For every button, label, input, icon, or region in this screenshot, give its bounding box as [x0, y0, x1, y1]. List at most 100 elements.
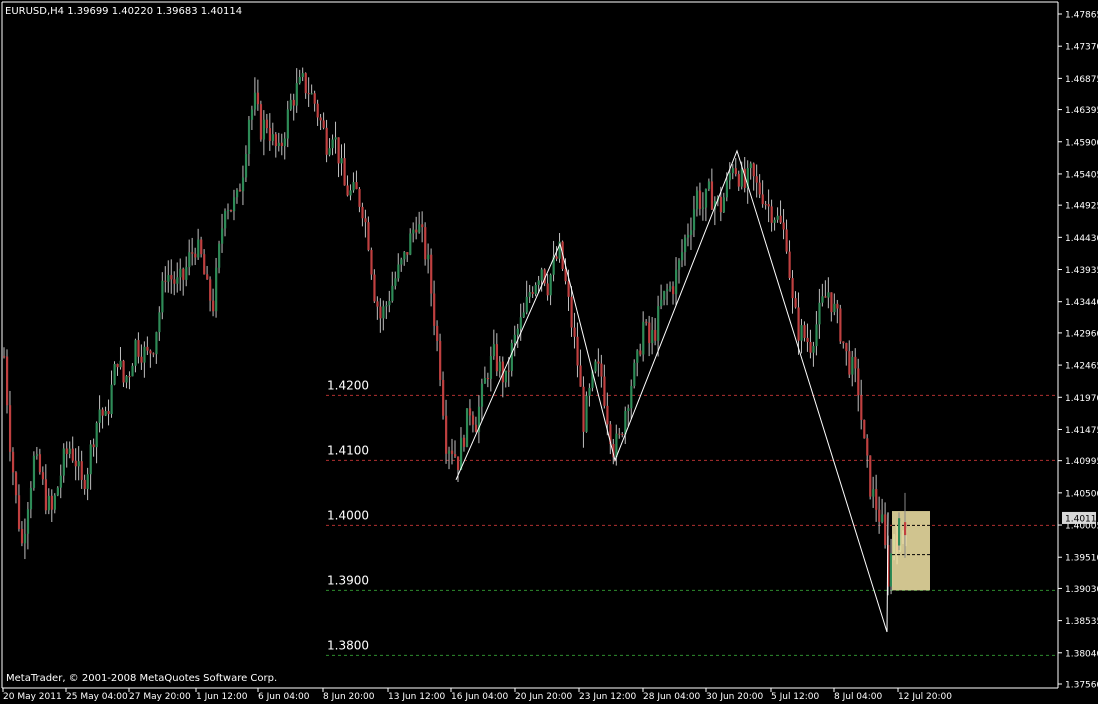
y-tick-label: 1.38040 [1065, 649, 1098, 659]
candle-body [137, 340, 140, 357]
y-tick-label: 1.44430 [1065, 234, 1098, 244]
candle-body [59, 475, 62, 488]
candle-body [630, 386, 633, 409]
level-label: 1.3800 [327, 638, 369, 652]
candle-body [80, 461, 83, 480]
candle-body [391, 285, 394, 301]
candle-body [884, 514, 887, 546]
candle-body [898, 518, 901, 546]
candle-body [212, 300, 215, 312]
candle-body [286, 109, 289, 139]
candle-body [845, 343, 848, 352]
candle-body [268, 128, 272, 141]
candle-body [749, 163, 752, 169]
x-tick-label: 5 Jul 12:00 [771, 692, 820, 702]
candle-body [486, 378, 490, 380]
candle-body [394, 278, 397, 286]
candle-body [588, 387, 591, 396]
candle-body [14, 472, 18, 496]
candle-body [618, 433, 621, 435]
y-tick-label: 1.37560 [1065, 681, 1098, 691]
candle-body [809, 341, 812, 353]
candle-body [53, 495, 56, 510]
candle-body [325, 127, 328, 155]
candle-body [95, 422, 98, 448]
candle-body [510, 343, 513, 371]
candle-body [827, 292, 830, 298]
y-tick-label: 1.45900 [1065, 138, 1098, 148]
candle-body [627, 408, 630, 411]
candle-body [343, 158, 346, 186]
candle-body [474, 424, 478, 432]
candle-body [382, 306, 385, 319]
candle-body [555, 256, 558, 259]
candle-body [633, 362, 636, 387]
candle-body [379, 306, 382, 319]
x-tick-label: 20 Jun 20:00 [515, 692, 572, 702]
candle-body [761, 194, 764, 205]
candle-body [459, 437, 463, 470]
candle-body [44, 479, 48, 511]
candle-body [678, 260, 681, 270]
candle-body [38, 454, 42, 473]
candle-body [253, 92, 257, 110]
candle-body [221, 228, 224, 244]
candle-body [692, 209, 696, 231]
candle-body [639, 350, 642, 355]
candle-body [603, 376, 606, 406]
candle-body [788, 251, 791, 279]
candle-body [839, 308, 842, 342]
candle-body [824, 296, 827, 298]
price-chart[interactable]: 1.4200 1.4100 1.4000 1.3900 1.3800 1.47865 1.… [0, 0, 1098, 704]
candle-body [50, 495, 53, 510]
candle-body [307, 93, 310, 95]
candle-body [364, 218, 367, 223]
candle-body [283, 138, 286, 147]
candle-body [116, 363, 119, 368]
candle-body [454, 454, 457, 457]
candle-body [17, 495, 21, 529]
candle-body [597, 361, 600, 364]
candle-body [728, 173, 731, 181]
candle-body [456, 456, 460, 470]
candle-body [376, 301, 379, 307]
candle-body [65, 448, 68, 454]
candle-body [209, 279, 212, 301]
candle-body [346, 185, 349, 196]
candle-body [232, 197, 236, 212]
candle-body [836, 303, 839, 309]
candle-body [854, 356, 857, 369]
candle-body [654, 329, 657, 341]
candle-body [519, 317, 522, 329]
candle-body [146, 346, 149, 351]
candle-body [191, 252, 194, 254]
candle-body [680, 252, 684, 261]
candle-body [863, 419, 866, 439]
candle-body [229, 210, 233, 212]
candle-body [528, 292, 531, 297]
candle-body [570, 296, 573, 328]
candle-body [92, 444, 95, 448]
y-tick-label: 1.47370 [1065, 43, 1098, 53]
chart-background [0, 0, 1098, 704]
candle-body [480, 383, 484, 407]
x-tick-label: 8 Jul 04:00 [834, 692, 883, 702]
candle-body [403, 252, 406, 260]
candle-body [585, 395, 588, 432]
candle-body [143, 346, 146, 363]
candle-body [767, 204, 770, 207]
candle-body [797, 307, 800, 341]
candle-body [516, 328, 519, 335]
y-tick-label: 1.46395 [1065, 106, 1098, 116]
candle-body [74, 460, 77, 467]
candle-body [424, 227, 427, 260]
candle-body [418, 224, 421, 233]
candle-body [651, 329, 654, 344]
candle-body [872, 489, 875, 497]
candle-body [406, 252, 409, 255]
candle-body [465, 408, 469, 447]
candle-body [540, 269, 543, 281]
candle-body [29, 487, 33, 510]
candle-body [433, 293, 436, 326]
candle-body [265, 119, 269, 129]
